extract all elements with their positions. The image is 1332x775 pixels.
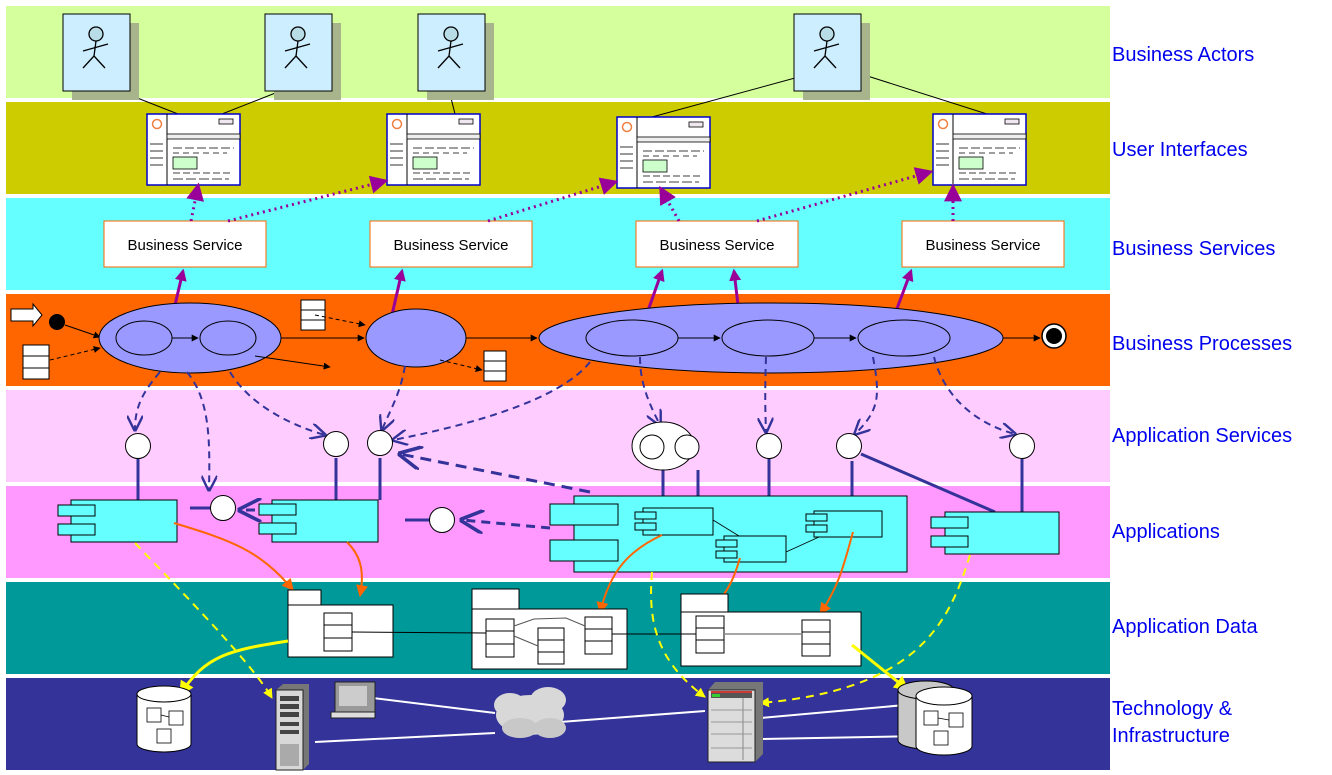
- database-icon[interactable]: [136, 685, 192, 753]
- business-process-2[interactable]: [365, 308, 467, 368]
- data-object: [483, 350, 507, 382]
- business-service-label: Business Service: [925, 237, 1040, 254]
- data-entity: [485, 618, 515, 658]
- user-interface-screen[interactable]: [616, 116, 711, 189]
- application-component[interactable]: [930, 511, 1060, 555]
- business-service-box[interactable]: Business Service: [369, 220, 533, 268]
- business-process-3[interactable]: [538, 302, 1004, 374]
- layer-label-application-data: Application Data: [1112, 616, 1258, 638]
- layer-label-business-processes: Business Processes: [1112, 333, 1293, 355]
- data-entity: [537, 627, 565, 665]
- data-entity: [695, 615, 725, 654]
- layer-label-applications: Applications: [1112, 521, 1220, 543]
- database-cluster-icon[interactable]: [897, 680, 973, 756]
- application-component-interface[interactable]: [210, 495, 236, 521]
- application-service-interface[interactable]: [367, 430, 393, 456]
- user-interface-screen[interactable]: [386, 113, 481, 186]
- layer-label-user-interfaces: User Interfaces: [1112, 139, 1248, 161]
- business-actor[interactable]: [62, 13, 139, 100]
- business-service-box[interactable]: Business Service: [901, 220, 1065, 268]
- business-service-label: Business Service: [659, 237, 774, 254]
- server-icon[interactable]: [707, 682, 763, 763]
- user-interface-screen[interactable]: [932, 113, 1027, 186]
- business-actor[interactable]: [417, 13, 494, 100]
- sub-component: [634, 507, 714, 536]
- data-object: [22, 344, 50, 380]
- data-entity: [801, 619, 831, 657]
- application-component[interactable]: [57, 499, 178, 543]
- business-actor[interactable]: [793, 13, 870, 100]
- layer-label-technology-line2: Infrastructure: [1112, 725, 1230, 747]
- server-tower-icon[interactable]: [275, 684, 309, 771]
- layer-label-application-services: Application Services: [1112, 425, 1293, 447]
- layer-band-application-services: [6, 390, 1110, 482]
- final-node: [1041, 323, 1067, 349]
- business-process-1[interactable]: [98, 302, 282, 374]
- user-interface-screen[interactable]: [146, 113, 241, 186]
- architecture-diagram: Business Service Business Service Busine…: [6, 6, 1110, 771]
- application-service-interface[interactable]: [125, 433, 151, 459]
- application-service-interface[interactable]: [323, 431, 349, 457]
- data-entity: [584, 616, 613, 655]
- initial-node: [49, 314, 65, 330]
- application-service-interface[interactable]: [836, 433, 862, 459]
- business-service-box[interactable]: Business Service: [635, 220, 799, 268]
- sub-component: [805, 510, 883, 538]
- layer-label-business-actors: Business Actors: [1112, 44, 1255, 66]
- application-service-interface[interactable]: [1009, 433, 1035, 459]
- layer-label-technology-line1: Technology &: [1112, 698, 1233, 720]
- sub-component: [715, 535, 787, 563]
- application-service-interface[interactable]: [756, 433, 782, 459]
- business-service-label: Business Service: [393, 237, 508, 254]
- data-entity: [323, 612, 353, 652]
- layer-label-business-services: Business Services: [1112, 238, 1276, 260]
- data-object: [300, 299, 326, 331]
- business-actor[interactable]: [264, 13, 341, 100]
- application-component-interface[interactable]: [429, 507, 455, 533]
- business-service-label: Business Service: [127, 237, 242, 254]
- business-service-box[interactable]: Business Service: [103, 220, 267, 268]
- application-component[interactable]: [258, 499, 379, 543]
- workstation-icon[interactable]: [330, 681, 376, 719]
- layer-band-business-actors: [6, 6, 1110, 98]
